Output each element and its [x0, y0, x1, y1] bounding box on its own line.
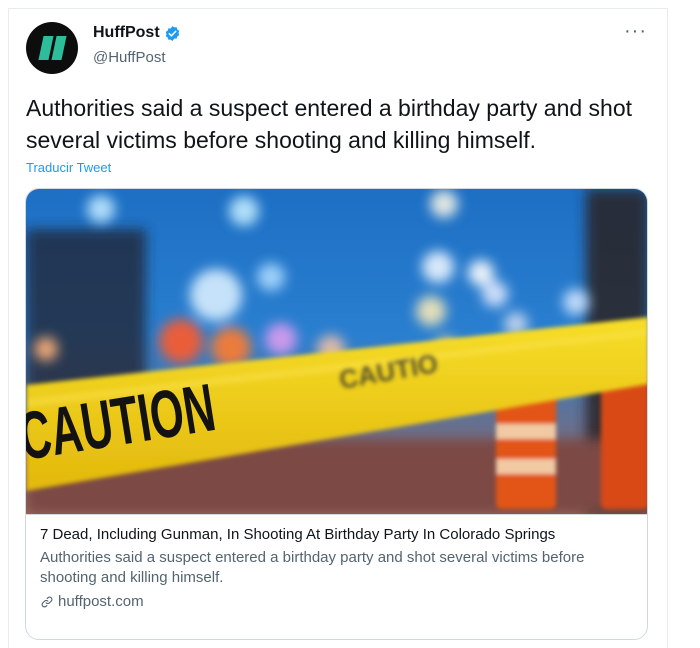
card-title[interactable]: 7 Dead, Including Gunman, In Shooting At…: [40, 525, 635, 545]
author-name-row[interactable]: HuffPost: [93, 24, 181, 42]
card-image: CAUTION CAUTIO: [26, 189, 647, 514]
verified-badge-icon: [165, 25, 179, 41]
more-horizontal-icon[interactable]: ···: [624, 21, 647, 41]
card-domain-row[interactable]: huffpost.com: [40, 593, 635, 610]
avatar[interactable]: [26, 22, 78, 74]
card-domain: huffpost.com: [58, 593, 144, 610]
translate-tweet-link[interactable]: Traducir Tweet: [26, 160, 111, 175]
author-display-name[interactable]: HuffPost: [93, 24, 160, 42]
link-icon: [41, 596, 53, 607]
author-handle[interactable]: @HuffPost: [93, 49, 165, 66]
tweet-text: Authorities said a suspect entered a bir…: [26, 95, 633, 153]
card-body: 7 Dead, Including Gunman, In Shooting At…: [26, 514, 647, 620]
card-description: Authorities said a suspect entered a bir…: [40, 549, 585, 586]
link-preview-card[interactable]: CAUTION CAUTIO 7 Dead, Including Gunman,…: [25, 188, 648, 640]
huffpost-logo-right-bar: [51, 36, 67, 60]
